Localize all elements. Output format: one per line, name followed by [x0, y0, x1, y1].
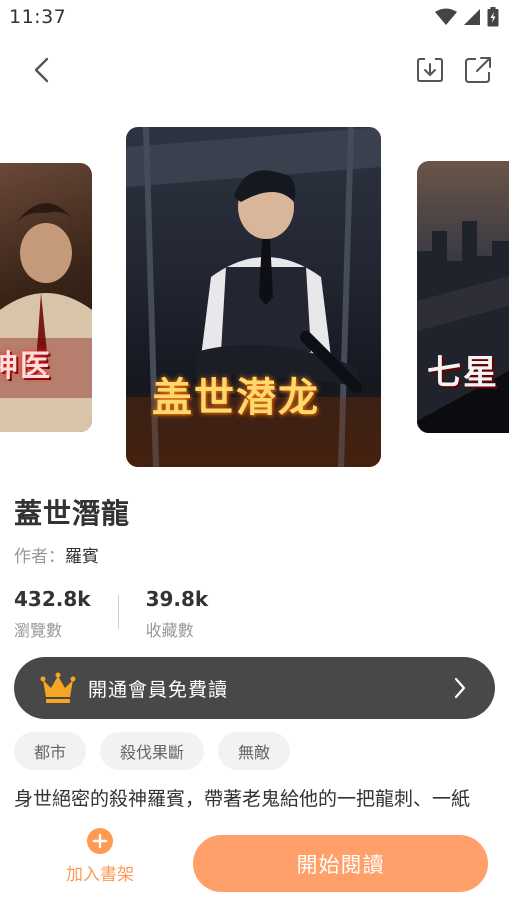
cover-title-next: 七星	[427, 353, 499, 393]
share-icon	[465, 57, 491, 83]
views-label: 瀏覽數	[14, 621, 63, 640]
book-cover-previous[interactable]: 神医	[0, 163, 92, 432]
status-time: 11:37	[9, 6, 67, 28]
favorites-stat: 39.8k 收藏數	[145, 587, 209, 640]
favorites-label: 收藏數	[145, 621, 194, 640]
stats-divider	[117, 595, 119, 629]
status-icons	[435, 7, 499, 27]
book-stats: 432.8k 瀏覽數 39.8k 收藏數	[14, 587, 209, 640]
author-name[interactable]: 羅賓	[65, 547, 99, 567]
author-row: 作者：羅賓	[14, 542, 99, 567]
book-title: 蓋世潛龍	[14, 497, 131, 530]
wifi-icon	[435, 8, 457, 25]
tag-item[interactable]: 都市	[14, 732, 87, 770]
tag-item[interactable]: 無敵	[218, 732, 291, 770]
vip-membership-banner[interactable]: 開通會員免費讀	[14, 657, 495, 719]
add-to-shelf-label: 加入書架	[66, 865, 134, 885]
download-icon	[417, 58, 443, 82]
back-button[interactable]	[24, 52, 60, 88]
author-label: 作者：	[14, 547, 65, 567]
chevron-right-icon	[454, 677, 466, 699]
book-cover-current[interactable]: 盖世潜龙	[126, 127, 381, 467]
views-value: 432.8k	[14, 587, 91, 611]
cellular-signal-icon	[464, 9, 480, 25]
battery-charging-icon	[487, 7, 499, 27]
synopsis-text[interactable]: 身世絕密的殺神羅賓，帶著老鬼給他的一把龍刺、一紙	[14, 784, 504, 811]
plus-icon	[87, 828, 113, 854]
cover-art	[0, 203, 92, 432]
favorites-value: 39.8k	[145, 587, 209, 611]
bottom-action-bar: 加入書架 開始閱讀	[0, 816, 509, 906]
cover-carousel[interactable]: 神医 盖世潜龙 七星	[0, 120, 509, 480]
add-to-shelf-button[interactable]: 加入書架	[60, 828, 140, 888]
crown-icon	[40, 672, 76, 703]
views-stat: 432.8k 瀏覽數	[14, 587, 91, 640]
download-button[interactable]	[412, 52, 448, 88]
genre-tags: 都市 殺伐果斷 無敵	[14, 732, 291, 770]
book-cover-next[interactable]: 七星	[417, 161, 509, 433]
status-bar: 11:37	[0, 0, 509, 36]
cover-title-previous: 神医	[0, 349, 52, 384]
cover-title-current: 盖世潜龙	[152, 374, 320, 421]
vip-banner-text: 開通會員免費讀	[88, 678, 229, 701]
start-reading-button[interactable]: 開始閱讀	[193, 835, 488, 892]
tag-item[interactable]: 殺伐果斷	[100, 732, 205, 770]
share-button[interactable]	[460, 52, 496, 88]
chevron-left-icon	[34, 57, 49, 83]
